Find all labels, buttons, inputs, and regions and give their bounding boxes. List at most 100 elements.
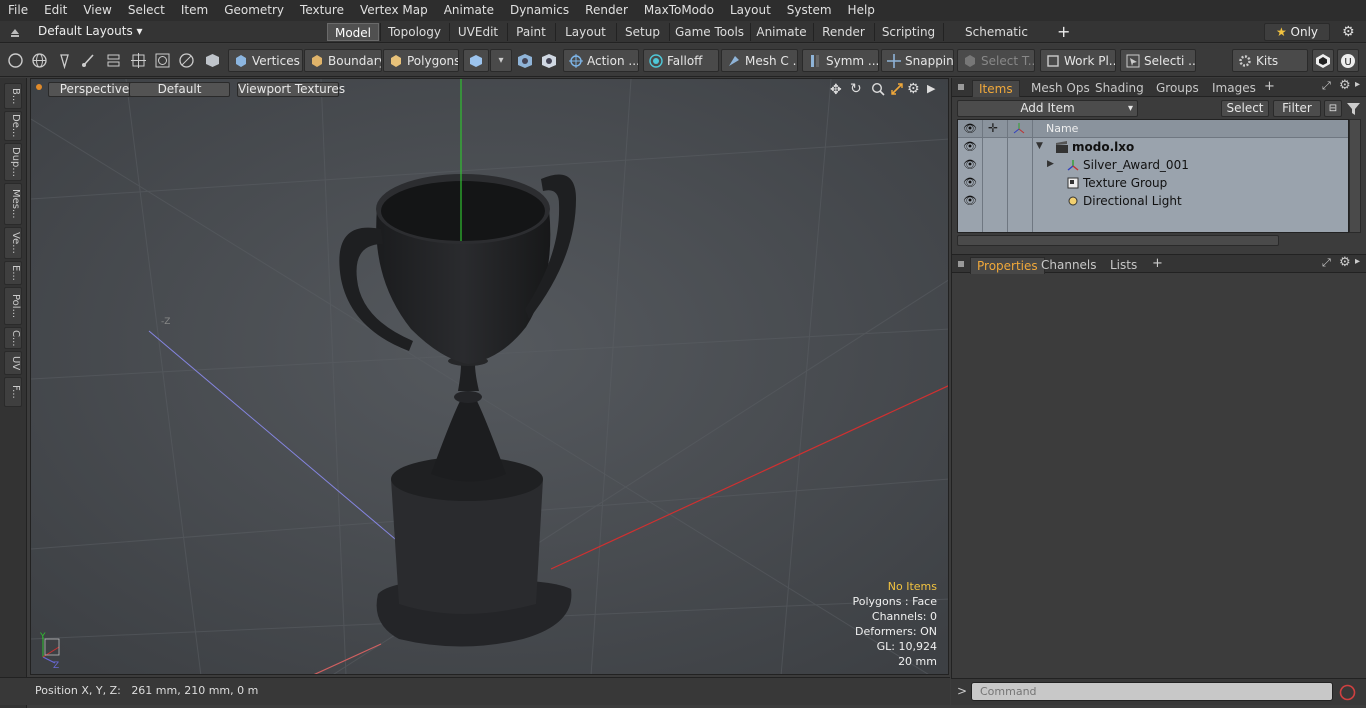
- maximize-view-icon[interactable]: [890, 82, 904, 96]
- rotate-view-icon[interactable]: ↻: [850, 81, 862, 97]
- work-plane-button[interactable]: Work Pl...: [1040, 49, 1116, 72]
- add-panel-tab-button[interactable]: +: [1152, 256, 1163, 271]
- tab-layout[interactable]: Layout: [555, 23, 615, 41]
- 3d-viewport[interactable]: -Z Y Z Perspective Default Viewport Text…: [30, 78, 949, 675]
- vtab-basic[interactable]: B...: [4, 83, 22, 109]
- item-row-texture-group[interactable]: 👁 Texture Group: [958, 174, 1348, 192]
- snapping-button[interactable]: Snapping: [881, 49, 954, 72]
- panel-gear-icon[interactable]: ⚙: [1339, 78, 1351, 93]
- globe-icon[interactable]: [31, 52, 48, 69]
- panel-menu-icon[interactable]: [958, 261, 964, 267]
- panel-more-icon[interactable]: ▸: [1355, 79, 1360, 90]
- vtab-mesh-edit[interactable]: Mes...: [4, 183, 22, 225]
- tab-shading[interactable]: Shading: [1089, 80, 1150, 97]
- expand-arrow-icon[interactable]: ▶: [927, 82, 935, 95]
- panel-more-icon[interactable]: ▸: [1355, 256, 1360, 267]
- select-through-button[interactable]: Select T...: [957, 49, 1035, 72]
- mesh-constraint-button[interactable]: Mesh C ...: [721, 49, 798, 72]
- menu-maxtomodo[interactable]: MaxToModo: [636, 0, 722, 21]
- viewport-menu-dot-icon[interactable]: [36, 84, 42, 90]
- polygons-button[interactable]: Polygons: [383, 49, 459, 72]
- tab-paint[interactable]: Paint: [507, 23, 554, 41]
- maximize-panel-icon[interactable]: ⤢: [1322, 256, 1331, 270]
- items-list[interactable]: 👁 ✛ Name 👁 ▼ modo.lxo 👁 ▶ Silver_Award_0…: [957, 119, 1349, 233]
- tab-uvedit[interactable]: UVEdit: [449, 23, 506, 41]
- action-center-button[interactable]: Action ...: [563, 49, 639, 72]
- pen-icon[interactable]: [56, 52, 73, 70]
- menu-help[interactable]: Help: [840, 0, 883, 21]
- tab-properties[interactable]: Properties: [970, 257, 1045, 274]
- shading-mode-button[interactable]: Default: [129, 82, 230, 97]
- vertices-button[interactable]: Vertices: [228, 49, 303, 72]
- zoom-view-icon[interactable]: [871, 82, 885, 96]
- sculpt-icon[interactable]: [516, 52, 534, 70]
- maximize-panel-icon[interactable]: ⤢: [1322, 79, 1331, 93]
- only-toggle[interactable]: ★ Only: [1264, 23, 1330, 41]
- menu-item[interactable]: Item: [173, 0, 216, 21]
- viewport-scene[interactable]: -Z Y Z: [31, 79, 949, 675]
- menu-render[interactable]: Render: [577, 0, 636, 21]
- type-header-icon[interactable]: [1012, 121, 1026, 135]
- vtab-duplicate[interactable]: Dup...: [4, 143, 22, 181]
- tab-groups[interactable]: Groups: [1150, 80, 1205, 97]
- add-item-button[interactable]: Add Item ▾: [957, 100, 1138, 117]
- tab-items[interactable]: Items: [972, 80, 1020, 97]
- item-row-mesh[interactable]: 👁 ▶ Silver_Award_001: [958, 156, 1348, 174]
- cube-icon[interactable]: [203, 52, 222, 69]
- eye-icon[interactable]: 👁: [963, 176, 977, 189]
- frame-icon[interactable]: [154, 52, 171, 69]
- add-tab-button[interactable]: +: [1057, 22, 1070, 41]
- tab-setup[interactable]: Setup: [616, 23, 668, 41]
- select-circle-icon[interactable]: [7, 52, 24, 69]
- selection-sets-button[interactable]: Selecti ...: [1120, 49, 1196, 72]
- panel-gear-icon[interactable]: ⚙: [1339, 255, 1351, 270]
- collapsed-triangle-icon[interactable]: ▶: [1047, 159, 1054, 169]
- add-panel-tab-button[interactable]: +: [1264, 79, 1275, 94]
- expand-triangle-icon[interactable]: ▼: [1036, 141, 1043, 151]
- tab-schematic-fusion[interactable]: Schematic Fusion: [943, 23, 1049, 57]
- viewport-gear-icon[interactable]: ⚙: [907, 81, 920, 97]
- tab-topology[interactable]: Topology: [380, 23, 448, 41]
- tab-render[interactable]: Render: [813, 23, 873, 41]
- select-button[interactable]: Select: [1221, 100, 1269, 117]
- boundary-button[interactable]: Boundary: [304, 49, 382, 72]
- menu-vertex-map[interactable]: Vertex Map: [352, 0, 436, 21]
- menu-edit[interactable]: Edit: [36, 0, 75, 21]
- move-view-icon[interactable]: ✥: [830, 82, 842, 98]
- item-row-scene[interactable]: 👁 ▼ modo.lxo: [958, 138, 1348, 156]
- center-icon[interactable]: [130, 52, 147, 69]
- eye-icon[interactable]: 👁: [963, 140, 977, 153]
- vtab-polygon[interactable]: Pol...: [4, 287, 22, 325]
- menu-system[interactable]: System: [779, 0, 840, 21]
- tab-images[interactable]: Images: [1206, 80, 1262, 97]
- tab-model[interactable]: Model: [327, 23, 379, 41]
- panel-menu-icon[interactable]: [958, 84, 964, 90]
- tab-game-tools[interactable]: Game Tools: [669, 23, 749, 41]
- lock-header-icon[interactable]: ✛: [988, 121, 998, 135]
- items-scrollbar[interactable]: [1349, 119, 1361, 233]
- material-mode-button[interactable]: [463, 49, 489, 72]
- tab-lists[interactable]: Lists: [1104, 257, 1143, 274]
- visibility-header-icon[interactable]: 👁: [963, 122, 977, 135]
- rotate-icon[interactable]: [178, 52, 195, 69]
- vtab-uv[interactable]: UV: [4, 351, 22, 375]
- record-icon[interactable]: [1338, 683, 1357, 702]
- eye-icon[interactable]: 👁: [963, 158, 977, 171]
- filter-funnel-icon[interactable]: [1345, 100, 1362, 117]
- collapse-icon[interactable]: ⊟: [1324, 100, 1342, 117]
- menu-view[interactable]: View: [75, 0, 119, 21]
- falloff-button[interactable]: Falloff: [643, 49, 719, 72]
- vtab-vertex[interactable]: Ve...: [4, 227, 22, 259]
- layout-arrow-icon[interactable]: [8, 25, 22, 39]
- vtab-edge[interactable]: E...: [4, 261, 22, 285]
- viewport-textures-button[interactable]: Viewport Textures: [237, 82, 345, 97]
- tab-animate[interactable]: Animate: [750, 23, 812, 41]
- items-horizontal-scrollbar[interactable]: [957, 235, 1279, 246]
- vtab-deform[interactable]: De...: [4, 111, 22, 141]
- vtab-fusion[interactable]: F...: [4, 377, 22, 407]
- item-row-light[interactable]: 👁 Directional Light: [958, 192, 1348, 210]
- brush-icon[interactable]: [80, 52, 97, 69]
- menu-texture[interactable]: Texture: [292, 0, 352, 21]
- menu-select[interactable]: Select: [120, 0, 173, 21]
- tab-channels[interactable]: Channels: [1035, 257, 1103, 274]
